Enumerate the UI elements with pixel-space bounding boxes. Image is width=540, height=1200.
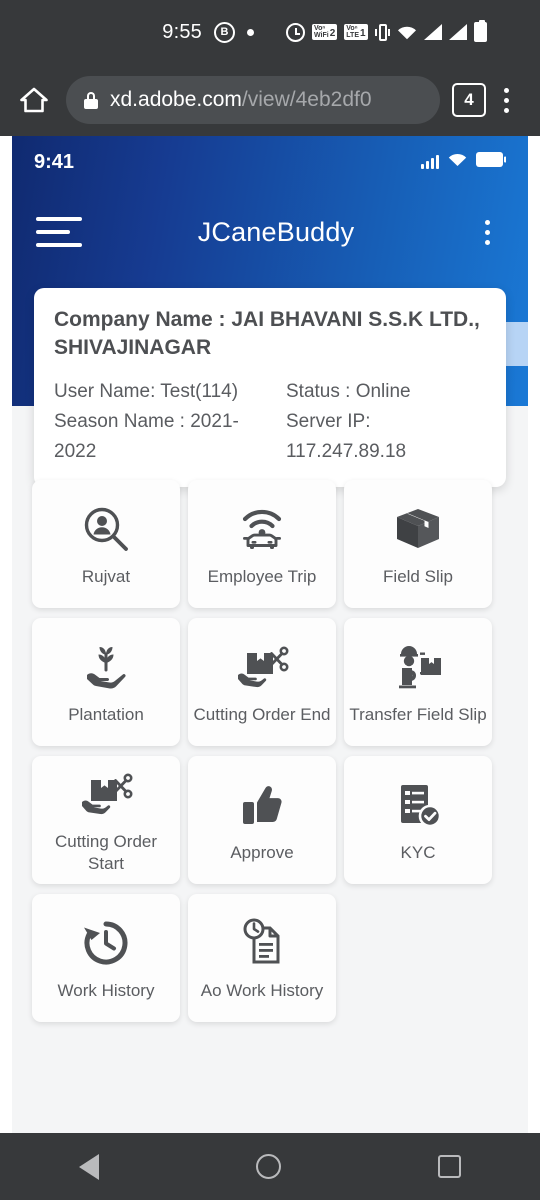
tile-label: Rujvat [81, 567, 131, 587]
status-text: Status : Online [286, 381, 411, 403]
person-search-icon [81, 500, 131, 558]
tile-label: Transfer Field Slip [349, 705, 487, 725]
volte-label-bottom: LTE [346, 32, 359, 39]
signal-icon [448, 24, 467, 40]
tile-label: Plantation [68, 705, 144, 725]
tile-label: Ao Work History [200, 981, 324, 1001]
volte-sim-number: 1 [359, 28, 366, 40]
company-meta: User Name: Test(114) Status : Online Sea… [54, 377, 486, 467]
checklist-verified-icon [394, 776, 442, 834]
wifi-icon [397, 24, 417, 40]
company-info-card: Company Name : JAI BHAVANI S.S.K LTD., S… [34, 288, 506, 488]
recents-square-icon[interactable] [438, 1155, 462, 1178]
season-name-text: Season Name : 2021- 2022 [54, 411, 239, 463]
tile-approve[interactable]: Approve [188, 756, 336, 884]
tile-transfer-field-slip[interactable]: Transfer Field Slip [344, 618, 492, 746]
vowifi-sim-number: 2 [329, 28, 336, 40]
info-row: User Name: Test(114) Status : Online [54, 377, 486, 407]
tile-employee-trip[interactable]: Employee Trip [188, 480, 336, 608]
app-viewport: 9:41 JCaneBuddy Company Name: JAI BHAVA… [0, 136, 540, 1133]
worker-box-icon [391, 638, 445, 696]
battery-icon [473, 20, 487, 42]
android-status-bar: 9:55 B Voⁿ WiFi 2 Voⁿ LTE 1 [0, 0, 540, 64]
tile-label: Field Slip [383, 567, 453, 587]
notification-bubble-icon: B [214, 21, 235, 43]
tile-field-slip[interactable]: Field Slip [344, 480, 492, 608]
hand-sprout-icon [80, 638, 132, 696]
history-clock-icon [81, 914, 131, 972]
url-host: xd.adobe.com [110, 88, 242, 111]
tile-label: KYC [400, 843, 436, 863]
wifi-icon [448, 152, 467, 172]
status-bar-right: Voⁿ WiFi 2 Voⁿ LTE 1 [264, 20, 540, 42]
info-row: Season Name : 2021- 2022 Server IP: 117.… [54, 407, 486, 467]
hand-box-scissors-icon [78, 765, 134, 823]
tab-count-button[interactable]: 4 [452, 83, 486, 117]
overflow-menu-icon[interactable] [486, 87, 526, 113]
connected-car-icon [236, 500, 288, 558]
vibrate-icon [374, 23, 390, 42]
app-status-icons [421, 152, 507, 172]
tile-label: Cutting Order Start [54, 832, 158, 873]
home-circle-icon[interactable] [255, 1154, 281, 1179]
user-name-text: User Name: Test(114) [54, 381, 239, 403]
vowifi-label-bottom: WiFi [314, 32, 329, 39]
tile-plantation[interactable]: Plantation [32, 618, 180, 746]
browser-toolbar: xd.adobe.com/view/4eb2df0 4 [0, 64, 540, 136]
tile-label: Employee Trip [207, 567, 317, 587]
tile-kyc[interactable]: KYC [344, 756, 492, 884]
volte-label-top: Voⁿ [346, 24, 358, 32]
page-title: JCaneBuddy [197, 216, 355, 247]
signal-bars-icon [421, 155, 439, 169]
alarm-icon [286, 22, 305, 42]
thumbs-up-icon [238, 776, 286, 834]
app-status-bar: 9:41 [12, 136, 528, 188]
app-status-time: 9:41 [34, 150, 75, 173]
url-path: /view/4eb2df0 [241, 88, 372, 111]
tile-cutting-order-start[interactable]: Cutting Order Start [32, 756, 180, 884]
volte-icon: Voⁿ LTE 1 [344, 23, 368, 41]
tile-label: Cutting Order End [193, 705, 331, 725]
vowifi-label-top: Voⁿ [314, 24, 326, 32]
tile-label: Work History [57, 981, 155, 1001]
document-clock-icon [238, 914, 286, 972]
hand-box-scissors-icon [234, 638, 290, 696]
box-icon [393, 500, 443, 558]
overflow-menu-icon[interactable] [470, 219, 504, 245]
status-bar-clock: 9:55 [162, 20, 202, 43]
hamburger-menu-icon[interactable] [36, 217, 82, 247]
home-icon[interactable] [14, 86, 54, 114]
back-icon[interactable] [78, 1153, 99, 1180]
tile-label: Approve [230, 843, 294, 863]
battery-icon [476, 152, 507, 172]
server-ip-text: Server IP: 117.247.89.18 [286, 411, 407, 463]
url-text: xd.adobe.com/view/4eb2df0 [110, 88, 372, 112]
company-name-text: Company Name : JAI BHAVANI S.S.K LTD., S… [54, 308, 480, 359]
status-bar-left: 9:55 B [0, 21, 264, 44]
signal-icon [423, 24, 442, 40]
android-nav-bar [0, 1133, 540, 1200]
menu-tile-grid: Rujvat Employee Trip Field Slip Plantati… [32, 480, 512, 1022]
app-content: 9:41 JCaneBuddy Company Name: JAI BHAVA… [12, 136, 528, 1133]
phone-screen: 9:55 B Voⁿ WiFi 2 Voⁿ LTE 1 xd.adobe.com… [0, 0, 540, 1200]
tile-ao-work-history[interactable]: Ao Work History [188, 894, 336, 1022]
app-bar: JCaneBuddy [12, 194, 528, 270]
vowifi-icon: Voⁿ WiFi 2 [312, 23, 338, 41]
url-bar[interactable]: xd.adobe.com/view/4eb2df0 [66, 76, 440, 124]
tile-rujvat[interactable]: Rujvat [32, 480, 180, 608]
tile-cutting-order-end[interactable]: Cutting Order End [188, 618, 336, 746]
tile-work-history[interactable]: Work History [32, 894, 180, 1022]
lock-icon [84, 91, 98, 109]
notification-dot-icon [247, 28, 254, 36]
